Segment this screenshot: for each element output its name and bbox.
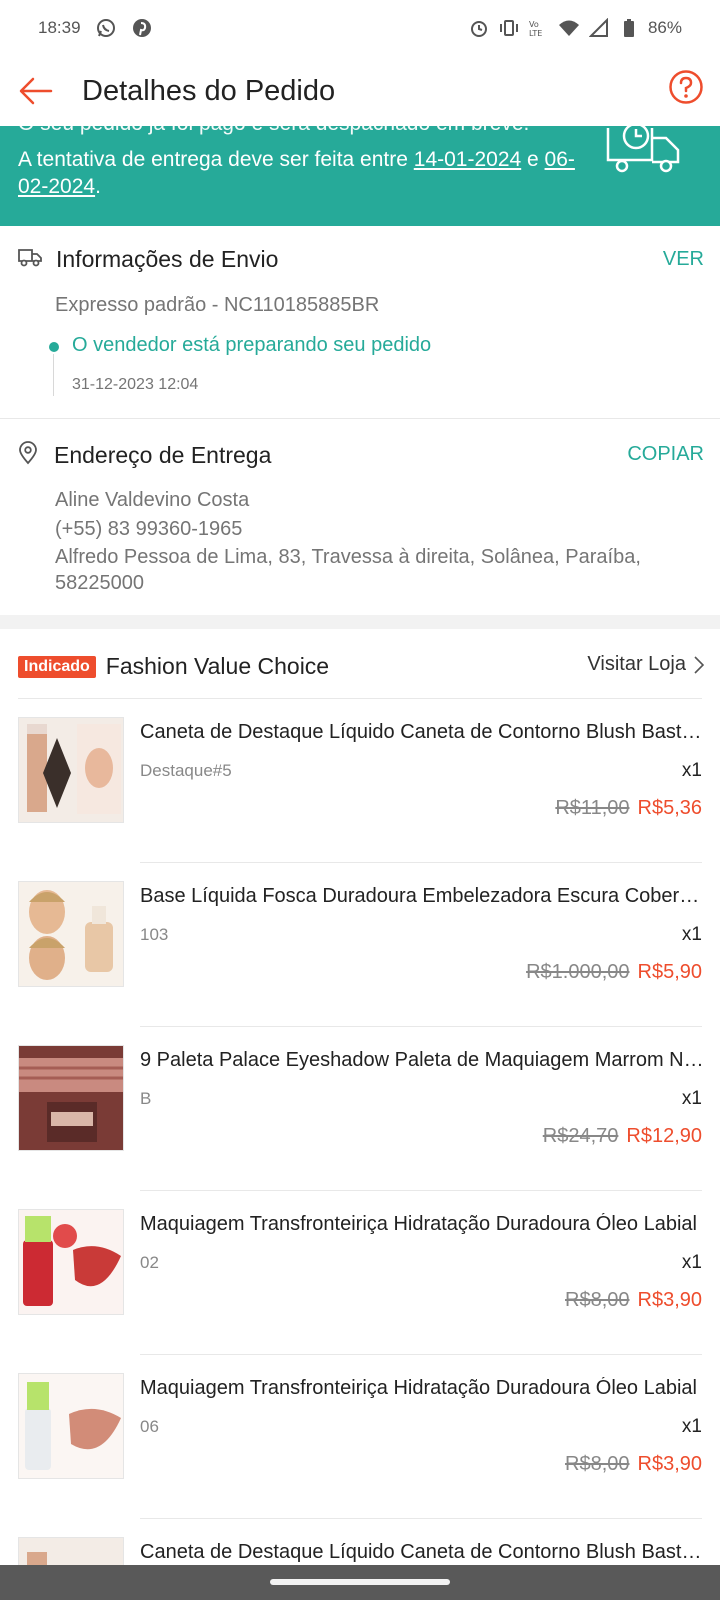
product-item[interactable]: Maquiagem Transfronteiriça Hidratação Du… (0, 1191, 720, 1355)
arrow-left-icon (19, 77, 53, 105)
sale-price: R$12,90 (626, 1125, 702, 1147)
address-title: Endereço de Entrega (54, 442, 272, 468)
svg-text:Vo: Vo (529, 20, 539, 29)
product-thumbnail (18, 717, 124, 823)
help-button[interactable] (668, 69, 704, 105)
signal-icon (588, 17, 610, 39)
wifi-icon (558, 17, 580, 39)
product-item[interactable]: Maquiagem Transfronteiriça Hidratação Du… (0, 1355, 720, 1519)
product-item[interactable]: Base Líquida Fosca Duradoura Embelezador… (0, 863, 720, 1027)
visit-shop-label: Visitar Loja (587, 653, 686, 675)
sale-price: R$5,36 (637, 797, 703, 819)
product-variation: 103 (140, 925, 169, 944)
original-price: R$8,00 (565, 1453, 630, 1475)
product-name: 9 Paleta Palace Eyeshadow Paleta de Maqu… (140, 1049, 704, 1071)
page-title: Detalhes do Pedido (82, 74, 336, 107)
recipient-phone: (+55) 83 99360-1965 (55, 518, 243, 540)
shop-header: Indicado Fashion Value Choice Visitar Lo… (0, 629, 720, 699)
battery-percent: 86% (647, 18, 682, 37)
pinterest-icon (131, 17, 153, 39)
product-item[interactable]: Caneta de Destaque Líquido Caneta de Con… (0, 699, 720, 863)
timeline-line (53, 354, 54, 396)
product-thumbnail (18, 1373, 124, 1479)
product-name: Caneta de Destaque Líquido Caneta de Con… (140, 1541, 704, 1563)
product-price: R$11,00 R$5,36 (555, 797, 702, 820)
product-item[interactable]: Caneta de Destaque Líquido Caneta de Con… (0, 1519, 720, 1565)
location-pin-icon (18, 441, 38, 470)
whatsapp-icon (95, 17, 117, 39)
truck-icon (18, 247, 42, 272)
truck-clock-icon (606, 126, 684, 176)
visit-shop-button[interactable]: Visitar Loja (587, 653, 704, 676)
product-thumbnail (18, 881, 124, 987)
shipping-title: Informações de Envio (56, 246, 279, 272)
shipping-status: O vendedor está preparando seu pedido (72, 334, 432, 356)
product-price: R$8,00 R$3,90 (565, 1289, 702, 1312)
product-variation: Destaque#5 (140, 761, 232, 780)
product-price: R$8,00 R$3,90 (565, 1453, 702, 1476)
delivery-date-start: 14-01-2024 (413, 148, 522, 171)
status-time: 18:39 (38, 18, 81, 37)
product-thumbnail (18, 1537, 124, 1565)
product-variation: 06 (140, 1417, 159, 1436)
original-price: R$1.000,00 (526, 961, 630, 983)
battery-icon (618, 17, 640, 39)
product-name: Maquiagem Transfronteiriça Hidratação Du… (140, 1377, 697, 1399)
original-price: R$8,00 (565, 1289, 630, 1311)
chevron-right-icon (694, 655, 704, 674)
volte-icon: Vo LTE (528, 17, 550, 39)
delivery-banner: O seu pedido já foi pago e será despacha… (0, 126, 720, 226)
product-variation: B (140, 1089, 152, 1108)
address-header: Endereço de Entrega (18, 441, 271, 470)
system-nav-bar (0, 1565, 720, 1600)
back-button[interactable] (16, 71, 56, 111)
product-quantity: x1 (681, 1416, 702, 1437)
vibrate-icon (498, 17, 520, 39)
original-price: R$11,00 (555, 797, 630, 819)
product-item[interactable]: 9 Paleta Palace Eyeshadow Paleta de Maqu… (0, 1027, 720, 1191)
address-line-2: 58225000 (55, 572, 144, 594)
sale-price: R$5,90 (637, 961, 703, 983)
product-variation: 02 (140, 1253, 159, 1272)
copy-address-button[interactable]: COPIAR (627, 443, 704, 466)
product-quantity: x1 (681, 1088, 702, 1109)
shop-name: Fashion Value Choice (105, 653, 330, 679)
preferred-badge: Indicado (18, 655, 96, 678)
shipping-carrier: Expresso padrão - NC110185885BR (55, 294, 380, 316)
address-section: Endereço de Entrega COPIAR Aline Valdevi… (0, 419, 720, 615)
status-dot (49, 342, 59, 352)
svg-text:LTE: LTE (529, 29, 542, 38)
product-name: Maquiagem Transfronteiriça Hidratação Du… (140, 1213, 697, 1235)
status-bar: 18:39 Vo LTE 86% (0, 0, 720, 56)
app-bar: Detalhes do Pedido (0, 56, 720, 126)
product-thumbnail (18, 1209, 124, 1315)
section-gap (0, 615, 720, 629)
view-shipping-button[interactable]: VER (663, 248, 704, 271)
product-price: R$24,70 R$12,90 (543, 1125, 702, 1148)
original-price: R$24,70 (542, 1125, 619, 1147)
delivery-estimate: A tentativa de entrega deve ser feita en… (18, 148, 575, 198)
product-quantity: x1 (681, 760, 702, 781)
home-gesture-pill[interactable] (270, 1579, 450, 1585)
alarm-icon (468, 17, 490, 39)
sale-price: R$3,90 (637, 1289, 703, 1311)
shipping-section: Informações de Envio VER Expresso padrão… (0, 226, 720, 418)
sale-price: R$3,90 (637, 1453, 703, 1475)
product-name: Caneta de Destaque Líquido Caneta de Con… (140, 721, 704, 743)
shipping-timestamp: 31-12-2023 12:04 (72, 376, 199, 393)
question-circle-icon (669, 70, 703, 104)
shipping-header: Informações de Envio (18, 246, 278, 273)
recipient-name: Aline Valdevino Costa (55, 489, 250, 511)
product-name: Base Líquida Fosca Duradoura Embelezador… (140, 885, 704, 907)
address-line-1: Alfredo Pessoa de Lima, 83, Travessa à d… (55, 546, 641, 568)
banner-cut-text: O seu pedido já foi pago e será despacha… (18, 126, 578, 135)
product-price: R$1.000,00 R$5,90 (526, 961, 702, 984)
product-quantity: x1 (681, 1252, 702, 1273)
product-thumbnail (18, 1045, 124, 1151)
product-quantity: x1 (681, 924, 702, 945)
